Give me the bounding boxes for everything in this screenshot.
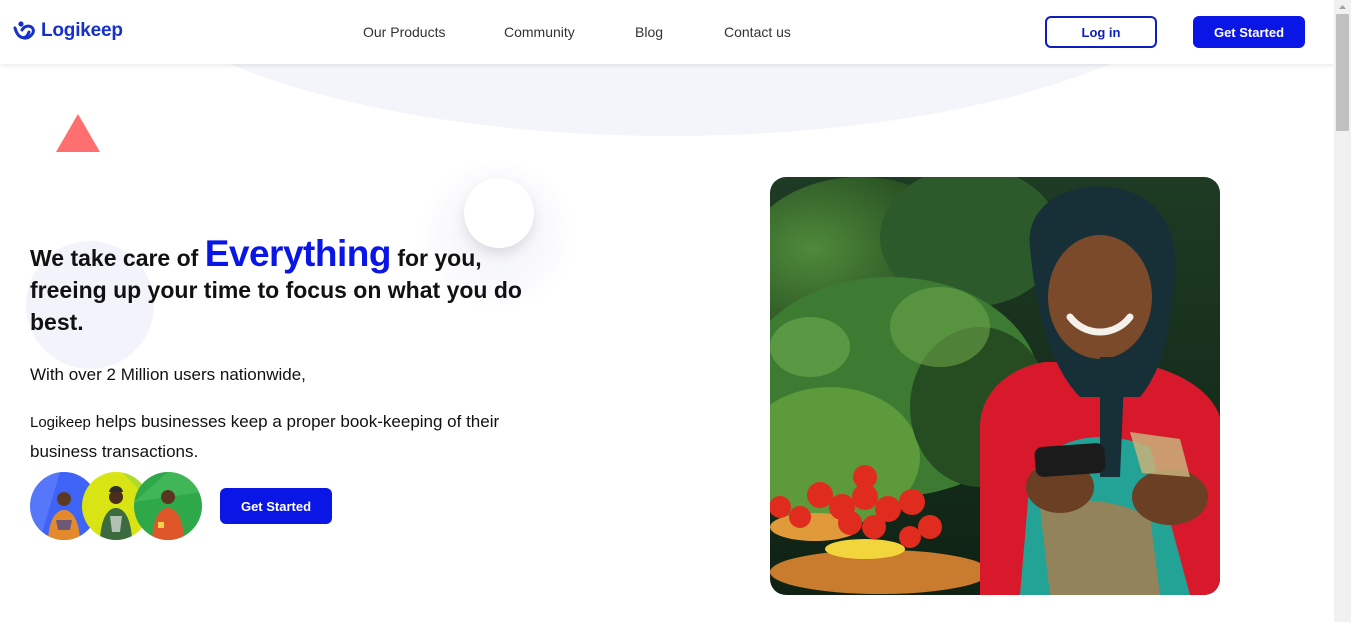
logo-icon	[13, 21, 35, 40]
page-scrollbar[interactable]	[1334, 0, 1351, 622]
logo-link[interactable]: Logikeep	[13, 19, 123, 43]
header-get-started-button[interactable]: Get Started	[1193, 16, 1305, 48]
hero-headline: We take care of Everything for you, free…	[30, 235, 550, 338]
nav-link-our-products[interactable]: Our Products	[363, 24, 445, 40]
headline-accent: Everything	[204, 233, 392, 274]
hero-get-started-button[interactable]: Get Started	[220, 488, 332, 524]
headline-start: We take care of	[30, 245, 205, 271]
scrollbar-thumb[interactable]	[1336, 14, 1349, 131]
nav-link-blog[interactable]: Blog	[635, 24, 663, 40]
scroll-up-arrow-icon[interactable]	[1334, 0, 1351, 14]
nav-link-contact-us[interactable]: Contact us	[724, 24, 791, 40]
nav-link-community[interactable]: Community	[504, 24, 575, 40]
logo-text: Logikeep	[41, 20, 123, 41]
hero-description: Logikeep helps businesses keep a proper …	[30, 407, 530, 466]
user-avatars	[30, 472, 202, 540]
description-brand: Logikeep	[30, 414, 91, 431]
site-header: Logikeep Our Products Community Blog Con…	[0, 0, 1334, 64]
login-button[interactable]: Log in	[1045, 16, 1157, 48]
market-vendor-image	[770, 177, 1220, 595]
description-text: helps businesses keep a proper book-keep…	[30, 412, 500, 461]
hero-subline: With over 2 Million users nationwide,	[30, 365, 306, 384]
hero-photo	[770, 177, 1220, 595]
decorative-triangle	[56, 114, 100, 152]
landing-page: Logikeep Our Products Community Blog Con…	[0, 0, 1334, 622]
user-avatar-3	[134, 472, 202, 540]
person-icon	[134, 472, 202, 540]
